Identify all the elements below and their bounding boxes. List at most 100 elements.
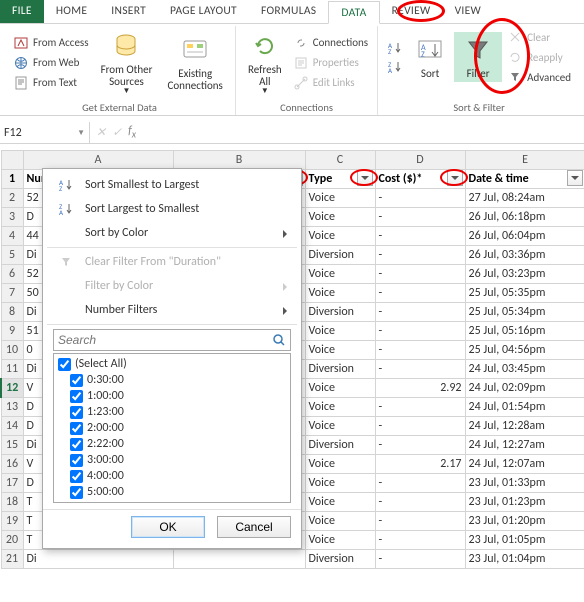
row-header[interactable]: 18	[1, 493, 23, 512]
cell[interactable]: Voice	[305, 341, 375, 360]
cell[interactable]: -	[375, 265, 465, 284]
checkbox[interactable]	[70, 374, 83, 387]
sort-asc-button[interactable]: AZ	[384, 39, 406, 57]
cell[interactable]: Voice	[305, 284, 375, 303]
clear-filter-button[interactable]: Clear	[504, 28, 574, 46]
row-header[interactable]: 3	[1, 208, 23, 227]
cell[interactable]: 23 Jul, 01:04pm	[465, 550, 584, 569]
cell[interactable]: 25 Jul, 04:56pm	[465, 341, 584, 360]
row-header[interactable]: 11	[1, 360, 23, 379]
from-access-button[interactable]: From Access	[10, 34, 92, 52]
cell[interactable]: Voice	[305, 417, 375, 436]
cell[interactable]: Di	[23, 550, 173, 569]
cell[interactable]: -	[375, 284, 465, 303]
ok-button[interactable]: OK	[131, 516, 205, 538]
cell[interactable]: Voice	[305, 208, 375, 227]
cell[interactable]: -	[375, 208, 465, 227]
filter-option[interactable]: 0:30:00	[56, 372, 288, 388]
cell[interactable]: Voice	[305, 398, 375, 417]
filter-search-input[interactable]	[58, 333, 272, 347]
filter-arrow-date-time[interactable]	[567, 170, 583, 186]
sort-smallest-to-largest[interactable]: AZ Sort Smallest to Largest	[43, 173, 301, 197]
filter-option-select-all[interactable]: (Select All)	[56, 356, 288, 372]
cell[interactable]: 23 Jul, 01:20pm	[465, 512, 584, 531]
filter-button[interactable]: Filter	[454, 32, 502, 82]
filter-option[interactable]: 5:00:00	[56, 484, 288, 500]
cell[interactable]: Voice	[305, 265, 375, 284]
cell[interactable]: 25 Jul, 05:35pm	[465, 284, 584, 303]
filter-search[interactable]	[53, 329, 291, 351]
row-header[interactable]: 16	[1, 455, 23, 474]
tab-insert[interactable]: INSERT	[99, 0, 158, 23]
filter-option[interactable]: 3:00:00	[56, 452, 288, 468]
cell[interactable]: Diversion	[305, 246, 375, 265]
cell[interactable]: 25 Jul, 05:34pm	[465, 303, 584, 322]
tab-view[interactable]: VIEW	[443, 0, 493, 23]
checkbox[interactable]	[70, 422, 83, 435]
filter-arrow-cost[interactable]	[447, 170, 463, 186]
checkbox[interactable]	[70, 406, 83, 419]
filter-option[interactable]: 1:23:00	[56, 404, 288, 420]
tab-file[interactable]: FILE	[0, 0, 44, 23]
checkbox[interactable]	[70, 470, 83, 483]
filter-option[interactable]: 2:22:00	[56, 436, 288, 452]
advanced-button[interactable]: Advanced	[504, 68, 574, 86]
tab-page-layout[interactable]: PAGE LAYOUT	[158, 0, 249, 23]
row-header[interactable]: 10	[1, 341, 23, 360]
name-box[interactable]: F12 ▼	[0, 122, 90, 143]
cell[interactable]: 2.92	[375, 379, 465, 398]
filter-values-list[interactable]: (Select All) 0:30:001:00:001:23:002:00:0…	[53, 353, 291, 503]
cell[interactable]: Voice	[305, 227, 375, 246]
checkbox[interactable]	[70, 390, 83, 403]
cell[interactable]: -	[375, 227, 465, 246]
tab-data[interactable]: DATA	[328, 1, 379, 24]
cell[interactable]: 23 Jul, 01:05pm	[465, 531, 584, 550]
tab-formulas[interactable]: FORMULAS	[249, 0, 328, 23]
cell[interactable]: 26 Jul, 03:23pm	[465, 265, 584, 284]
cell[interactable]: -	[375, 531, 465, 550]
col-header[interactable]: D	[375, 151, 465, 170]
col-header[interactable]: E	[465, 151, 584, 170]
from-web-button[interactable]: From Web	[10, 54, 92, 72]
cell[interactable]: 24 Jul, 12:07am	[465, 455, 584, 474]
properties-button[interactable]: Properties	[290, 54, 371, 72]
existing-connections-button[interactable]: Existing Connections	[161, 32, 229, 93]
chevron-down-icon[interactable]: ▼	[77, 128, 85, 138]
cell[interactable]: -	[375, 398, 465, 417]
cell[interactable]: Voice	[305, 531, 375, 550]
col-header[interactable]: C	[305, 151, 375, 170]
cell[interactable]: -	[375, 322, 465, 341]
edit-links-button[interactable]: Edit Links	[290, 74, 371, 92]
row-header[interactable]: 17	[1, 474, 23, 493]
reapply-button[interactable]: Reapply	[504, 48, 574, 66]
cell[interactable]: Voice	[305, 474, 375, 493]
cell[interactable]: 24 Jul, 12:28am	[465, 417, 584, 436]
cell[interactable]: -	[375, 474, 465, 493]
sort-by-color[interactable]: Sort by Color	[43, 221, 301, 245]
row-header[interactable]: 14	[1, 417, 23, 436]
row-header[interactable]: 1	[1, 170, 23, 189]
cell[interactable]: Voice	[305, 189, 375, 208]
checkbox[interactable]	[70, 502, 83, 504]
filter-option[interactable]: 2:00:00	[56, 420, 288, 436]
fx-icon[interactable]: fx	[128, 124, 136, 140]
cell[interactable]: Diversion	[305, 360, 375, 379]
cell[interactable]: Diversion	[305, 550, 375, 569]
row-header[interactable]: 15	[1, 436, 23, 455]
enter-formula-icon[interactable]: ✓	[112, 125, 122, 140]
cell[interactable]: 2.17	[375, 455, 465, 474]
cell[interactable]: 23 Jul, 01:33pm	[465, 474, 584, 493]
cell[interactable]: 26 Jul, 06:04pm	[465, 227, 584, 246]
sort-button[interactable]: AZ Sort	[408, 32, 452, 82]
cell[interactable]: Voice	[305, 512, 375, 531]
checkbox[interactable]	[70, 486, 83, 499]
cell[interactable]: -	[375, 512, 465, 531]
number-filters[interactable]: Number Filters	[43, 298, 301, 322]
row-header[interactable]: 2	[1, 189, 23, 208]
row-header[interactable]: 8	[1, 303, 23, 322]
refresh-all-button[interactable]: Refresh All▼	[242, 28, 288, 97]
cell[interactable]: 25 Jul, 05:16pm	[465, 322, 584, 341]
row-header[interactable]: 13	[1, 398, 23, 417]
tab-review[interactable]: REVIEW	[380, 0, 443, 23]
cell[interactable]	[173, 550, 305, 569]
